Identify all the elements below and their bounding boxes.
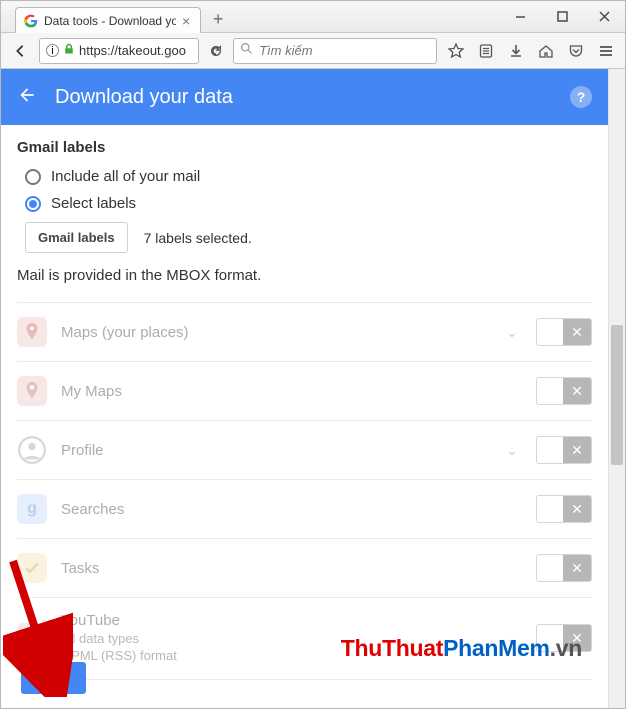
list-item-name: YouTube bbox=[61, 612, 488, 629]
close-icon: ✕ bbox=[563, 437, 591, 463]
tab-close-icon[interactable]: × bbox=[182, 13, 190, 29]
list-item-maps: Maps (your places) ⌄ ✕ bbox=[17, 302, 592, 361]
bookmark-star-icon[interactable] bbox=[443, 38, 469, 64]
back-button[interactable] bbox=[7, 38, 33, 64]
list-item-label: My Maps bbox=[61, 383, 488, 400]
downloads-icon[interactable] bbox=[503, 38, 529, 64]
search-bar[interactable] bbox=[233, 38, 437, 64]
content-viewport: Download your data ? Gmail labels Includ… bbox=[1, 69, 625, 708]
page-body: Gmail labels Include all of your mail Se… bbox=[1, 125, 608, 680]
list-item-label: Tasks bbox=[61, 560, 488, 577]
mymaps-icon bbox=[17, 376, 47, 406]
browser-tab[interactable]: Data tools - Download your × bbox=[15, 7, 201, 33]
gmail-labels-button[interactable]: Gmail labels bbox=[25, 222, 128, 253]
maps-icon bbox=[17, 317, 47, 347]
close-icon: ✕ bbox=[563, 319, 591, 345]
close-icon: ✕ bbox=[563, 555, 591, 581]
vertical-scrollbar[interactable] bbox=[608, 69, 625, 708]
hamburger-menu-icon[interactable] bbox=[593, 38, 619, 64]
page-content: Download your data ? Gmail labels Includ… bbox=[1, 69, 608, 708]
searches-icon: g bbox=[17, 494, 47, 524]
list-item-label: Maps (your places) bbox=[61, 324, 488, 341]
titlebar: Data tools - Download your × + bbox=[1, 1, 625, 33]
list-item-mymaps: My Maps ⌄ ✕ bbox=[17, 361, 592, 420]
include-toggle[interactable]: ✕ bbox=[536, 436, 592, 464]
labels-subrow: Gmail labels 7 labels selected. bbox=[25, 222, 592, 253]
close-icon: ✕ bbox=[563, 496, 591, 522]
list-item-label: Profile bbox=[61, 442, 488, 459]
window-minimize-button[interactable] bbox=[499, 1, 541, 32]
radio-label: Include all of your mail bbox=[51, 168, 200, 185]
labels-selected-count: 7 labels selected. bbox=[144, 230, 252, 246]
watermark-part3: .vn bbox=[550, 635, 582, 661]
mbox-note: Mail is provided in the MBOX format. bbox=[17, 267, 592, 284]
search-input[interactable] bbox=[259, 43, 430, 58]
back-arrow-icon[interactable] bbox=[17, 85, 37, 110]
pocket-icon[interactable] bbox=[563, 38, 589, 64]
watermark: ThuThuatPhanMem.vn bbox=[341, 635, 582, 662]
list-item-tasks: Tasks ⌄ ✕ bbox=[17, 538, 592, 597]
nav-toolbar: i https://takeout.goo bbox=[1, 33, 625, 69]
gmail-labels-heading: Gmail labels bbox=[17, 139, 592, 156]
help-icon[interactable]: ? bbox=[570, 86, 592, 108]
tasks-icon bbox=[17, 553, 47, 583]
radio-all-mail[interactable]: Include all of your mail bbox=[25, 168, 592, 185]
google-favicon bbox=[24, 14, 38, 28]
search-icon bbox=[240, 42, 253, 60]
home-icon[interactable] bbox=[533, 38, 559, 64]
list-item-label: Searches bbox=[61, 501, 488, 518]
page-header: Download your data ? bbox=[1, 69, 608, 125]
list-item-profile: Profile ⌄ ✕ bbox=[17, 420, 592, 479]
url-bar[interactable]: i https://takeout.goo bbox=[39, 38, 199, 64]
next-button[interactable]: Next bbox=[21, 662, 86, 694]
window-controls bbox=[499, 1, 625, 32]
info-icon[interactable]: i bbox=[46, 44, 59, 57]
tab-strip: Data tools - Download your × + bbox=[1, 1, 499, 32]
radio-icon-selected bbox=[25, 196, 41, 212]
radio-icon bbox=[25, 169, 41, 185]
watermark-part1: ThuThuat bbox=[341, 635, 443, 661]
include-toggle[interactable]: ✕ bbox=[536, 318, 592, 346]
reader-icon[interactable] bbox=[473, 38, 499, 64]
new-tab-button[interactable]: + bbox=[207, 8, 229, 30]
include-toggle[interactable]: ✕ bbox=[536, 554, 592, 582]
page-title: Download your data bbox=[55, 86, 552, 109]
list-item-searches: g Searches ⌄ ✕ bbox=[17, 479, 592, 538]
toolbar-actions bbox=[443, 38, 619, 64]
window-maximize-button[interactable] bbox=[541, 1, 583, 32]
profile-icon bbox=[17, 435, 47, 465]
tab-title: Data tools - Download your bbox=[44, 14, 176, 28]
include-toggle[interactable]: ✕ bbox=[536, 377, 592, 405]
chevron-down-icon[interactable]: ⌄ bbox=[502, 442, 522, 459]
chevron-down-icon[interactable]: ⌄ bbox=[502, 324, 522, 341]
product-list: Maps (your places) ⌄ ✕ My Maps ⌄ ✕ P bbox=[17, 302, 592, 680]
close-icon: ✕ bbox=[563, 378, 591, 404]
radio-select-labels[interactable]: Select labels bbox=[25, 195, 592, 212]
reload-button[interactable] bbox=[205, 38, 227, 64]
firefox-window: Data tools - Download your × + i https:/… bbox=[0, 0, 626, 709]
watermark-part2: PhanMem bbox=[443, 635, 550, 661]
youtube-icon bbox=[17, 623, 47, 653]
url-text: https://takeout.goo bbox=[79, 43, 186, 58]
include-toggle[interactable]: ✕ bbox=[536, 495, 592, 523]
scrollbar-thumb[interactable] bbox=[611, 325, 623, 465]
window-close-button[interactable] bbox=[583, 1, 625, 32]
radio-label: Select labels bbox=[51, 195, 136, 212]
lock-icon bbox=[63, 42, 75, 60]
